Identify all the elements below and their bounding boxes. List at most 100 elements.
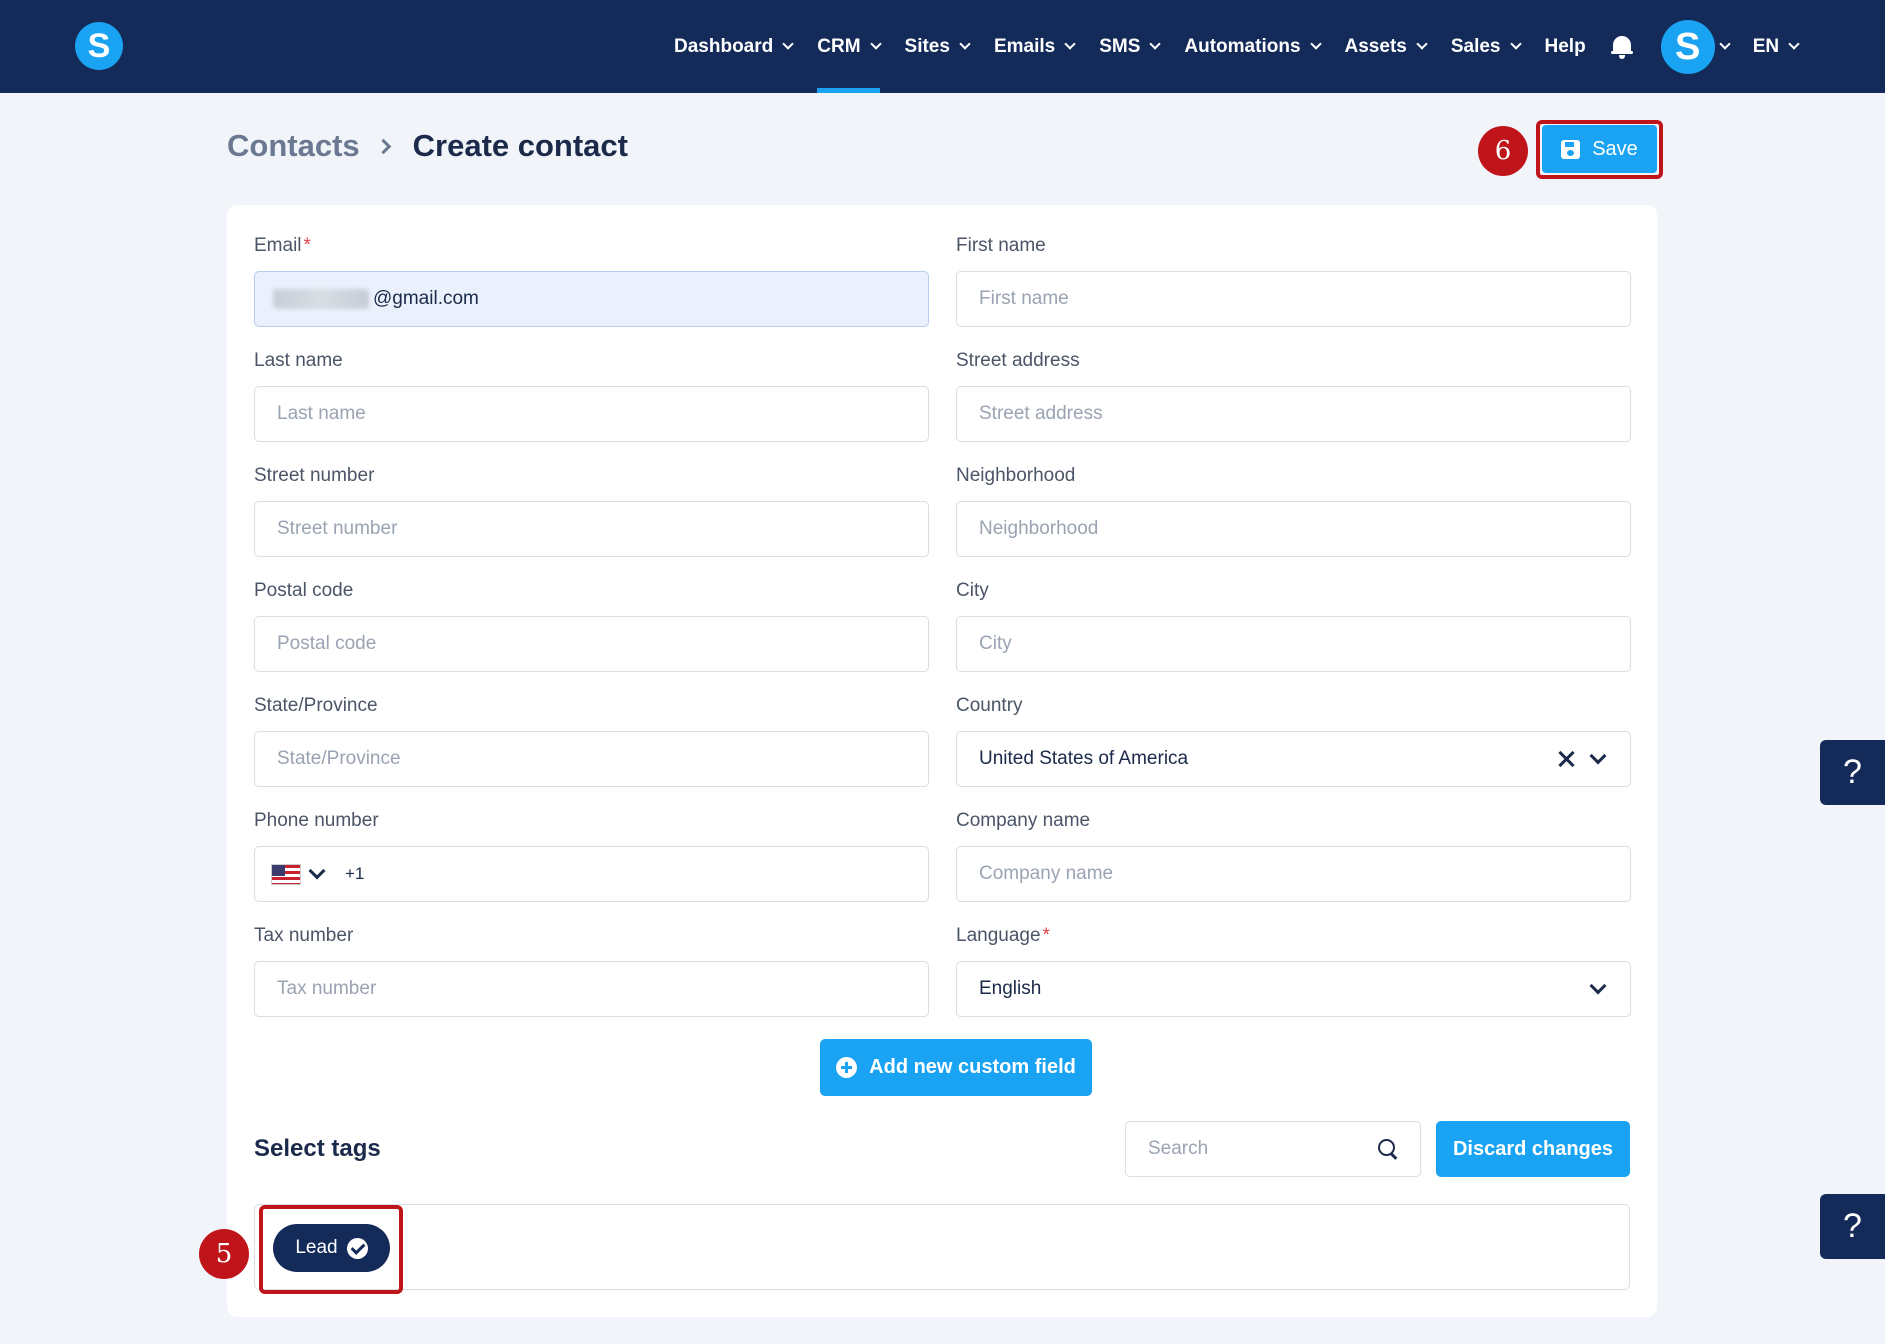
bell-icon[interactable] bbox=[1610, 35, 1633, 59]
street-address-field[interactable]: Street address bbox=[956, 386, 1631, 442]
page-title: Create contact bbox=[412, 128, 628, 163]
nav-help[interactable]: Help bbox=[1545, 0, 1586, 93]
clear-icon[interactable] bbox=[1558, 751, 1574, 767]
phone-group: Phone number +1 bbox=[254, 810, 929, 902]
add-custom-field-label: Add new custom field bbox=[869, 1056, 1076, 1078]
nav-crm[interactable]: CRM bbox=[817, 0, 882, 93]
email-label: Email * bbox=[254, 235, 311, 256]
email-value: @gmail.com bbox=[373, 288, 479, 309]
postal-code-field[interactable]: Postal code bbox=[254, 616, 929, 672]
last-name-field[interactable]: Last name bbox=[254, 386, 929, 442]
first-name-label: First name bbox=[956, 235, 1046, 256]
chevron-down-icon[interactable] bbox=[1589, 977, 1607, 995]
discard-changes-button[interactable]: Discard changes bbox=[1436, 1121, 1630, 1177]
help-tab-top[interactable]: ? bbox=[1820, 740, 1885, 805]
language-code: EN bbox=[1752, 35, 1780, 57]
chevron-right-icon bbox=[375, 138, 391, 154]
language-value: English bbox=[979, 978, 1042, 999]
language-switcher[interactable]: EN bbox=[1752, 35, 1800, 58]
language-select[interactable]: English bbox=[956, 961, 1631, 1017]
save-button[interactable]: Save bbox=[1542, 125, 1657, 173]
nav-sales[interactable]: Sales bbox=[1450, 0, 1522, 93]
nav-label: Dashboard bbox=[674, 35, 774, 57]
nav-label: Sales bbox=[1450, 35, 1501, 57]
city-field[interactable]: City bbox=[956, 616, 1631, 672]
tags-list bbox=[254, 1204, 1630, 1290]
country-select[interactable]: United States of America bbox=[956, 731, 1631, 787]
street-address-group: Street address Street address bbox=[956, 350, 1631, 442]
nav-label: Help bbox=[1544, 35, 1586, 57]
chevron-down-icon bbox=[782, 38, 794, 50]
tag-search-input[interactable]: Search bbox=[1125, 1121, 1421, 1177]
street-number-field[interactable]: Street number bbox=[254, 501, 929, 557]
tag-highlight bbox=[259, 1205, 403, 1294]
chevron-down-icon bbox=[1788, 38, 1800, 50]
language-group: Language * English bbox=[956, 925, 1631, 1017]
email-group: Email * @gmail.com bbox=[254, 235, 929, 327]
chevron-down-icon bbox=[1064, 38, 1076, 50]
nav-label: Assets bbox=[1344, 35, 1407, 57]
plus-circle-icon bbox=[836, 1057, 858, 1078]
nav-sms[interactable]: SMS bbox=[1099, 0, 1162, 93]
nav-label: Sites bbox=[904, 35, 950, 57]
company-field[interactable]: Company name bbox=[956, 846, 1631, 902]
chevron-down-icon bbox=[1509, 38, 1522, 50]
neighborhood-label: Neighborhood bbox=[956, 465, 1076, 486]
nav-label: Emails bbox=[993, 35, 1056, 57]
help-tab-bottom[interactable]: ? bbox=[1820, 1194, 1885, 1259]
neighborhood-group: Neighborhood Neighborhood bbox=[956, 465, 1631, 557]
select-tags-heading: Select tags bbox=[254, 1135, 381, 1162]
country-label: Country bbox=[956, 695, 1023, 716]
contact-form-card: Email * @gmail.com First name First name … bbox=[227, 205, 1657, 1317]
nav-label: SMS bbox=[1099, 35, 1141, 57]
chevron-down-icon[interactable] bbox=[1589, 747, 1607, 765]
first-name-field[interactable]: First name bbox=[956, 271, 1631, 327]
postal-code-group: Postal code Postal code bbox=[254, 580, 929, 672]
country-group: Country United States of America bbox=[956, 695, 1631, 787]
floppy-disk-icon bbox=[1561, 139, 1581, 159]
nav-emails[interactable]: Emails bbox=[993, 0, 1076, 93]
tax-label: Tax number bbox=[254, 925, 354, 946]
company-group: Company name Company name bbox=[956, 810, 1631, 902]
user-menu-toggle[interactable] bbox=[1719, 0, 1731, 93]
phone-dial-code: +1 bbox=[345, 864, 365, 883]
nav-label: Automations bbox=[1184, 35, 1301, 57]
nav-dashboard[interactable]: Dashboard bbox=[674, 0, 794, 93]
breadcrumb-contacts[interactable]: Contacts bbox=[227, 128, 360, 164]
state-label: State/Province bbox=[254, 695, 378, 716]
required-mark: * bbox=[1042, 925, 1050, 946]
user-avatar[interactable]: S bbox=[1660, 19, 1715, 74]
main-nav: Dashboard CRM Sites Emails SMS Automatio… bbox=[674, 0, 1800, 93]
chevron-down-icon bbox=[959, 38, 971, 50]
search-icon[interactable] bbox=[1378, 1139, 1398, 1159]
nav-sites[interactable]: Sites bbox=[904, 0, 971, 93]
neighborhood-field[interactable]: Neighborhood bbox=[956, 501, 1631, 557]
nav-assets[interactable]: Assets bbox=[1344, 0, 1428, 93]
chevron-down-icon[interactable] bbox=[308, 862, 326, 880]
last-name-group: Last name Last name bbox=[254, 350, 929, 442]
nav-automations[interactable]: Automations bbox=[1184, 0, 1322, 93]
search-placeholder: Search bbox=[1148, 1138, 1209, 1159]
first-name-group: First name First name bbox=[956, 235, 1631, 327]
chevron-down-icon bbox=[869, 38, 882, 50]
street-address-label: Street address bbox=[956, 350, 1080, 371]
save-label: Save bbox=[1592, 137, 1638, 160]
state-field[interactable]: State/Province bbox=[254, 731, 929, 787]
redacted-text bbox=[273, 289, 369, 309]
add-custom-field-button[interactable]: Add new custom field bbox=[820, 1039, 1092, 1096]
email-field[interactable]: @gmail.com bbox=[254, 271, 929, 327]
city-group: City City bbox=[956, 580, 1631, 672]
city-label: City bbox=[956, 580, 989, 601]
company-label: Company name bbox=[956, 810, 1091, 831]
tax-field[interactable]: Tax number bbox=[254, 961, 929, 1017]
phone-field[interactable]: +1 bbox=[254, 846, 929, 902]
nav-label: CRM bbox=[817, 35, 861, 57]
street-number-label: Street number bbox=[254, 465, 375, 486]
street-number-group: Street number Street number bbox=[254, 465, 929, 557]
chevron-down-icon bbox=[1309, 38, 1322, 50]
app-logo[interactable]: S bbox=[75, 22, 123, 70]
chevron-down-icon bbox=[1416, 38, 1428, 50]
us-flag-icon[interactable] bbox=[271, 863, 301, 885]
last-name-label: Last name bbox=[254, 350, 343, 371]
chevron-down-icon bbox=[1719, 38, 1731, 50]
